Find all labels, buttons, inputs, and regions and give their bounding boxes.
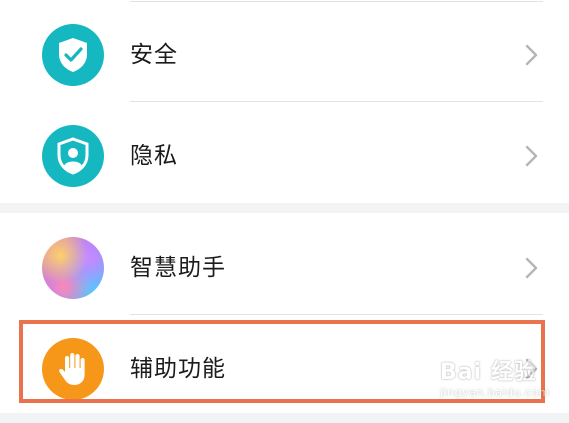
- settings-group-1: 安全 隐私: [0, 0, 569, 203]
- settings-item-label: 智慧助手: [130, 255, 226, 281]
- chevron-right-icon: [525, 257, 538, 279]
- watermark-logo: Bai 经验: [440, 360, 537, 385]
- divider: [130, 101, 543, 102]
- chevron-right-icon: [525, 44, 538, 66]
- watermark: Bai 经验 jingyan.baidu.com: [440, 354, 550, 410]
- watermark-url: jingyan.baidu.com: [440, 386, 551, 399]
- chevron-right-icon: [525, 145, 538, 167]
- divider: [130, 314, 543, 315]
- settings-item-label: 隐私: [130, 143, 178, 169]
- settings-item-security[interactable]: 安全: [0, 2, 569, 102]
- hand-icon: [42, 338, 104, 400]
- settings-item-label: 安全: [130, 42, 178, 68]
- shield-check-icon: [42, 24, 104, 86]
- settings-item-privacy[interactable]: 隐私: [0, 103, 569, 203]
- shield-person-icon: [42, 125, 104, 187]
- smart-assistant-icon: [42, 237, 104, 299]
- settings-item-smart-assistant[interactable]: 智慧助手: [0, 215, 569, 315]
- settings-item-label: 辅助功能: [130, 356, 226, 382]
